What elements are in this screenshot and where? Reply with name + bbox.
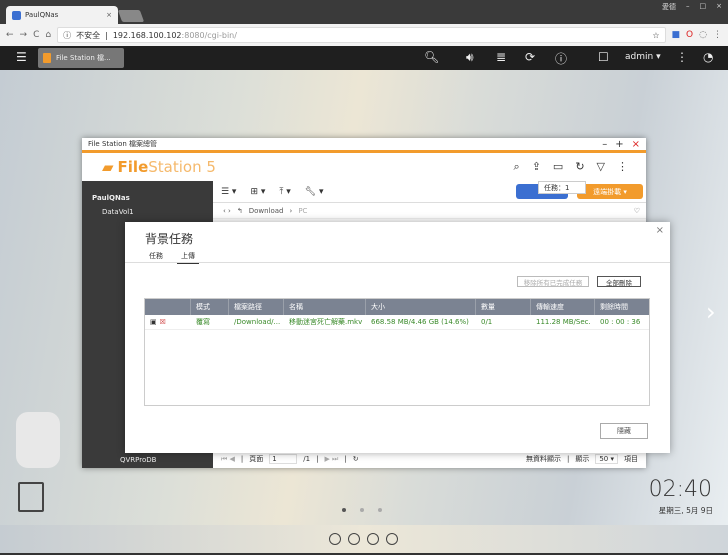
- minimize-button[interactable]: –: [686, 2, 690, 12]
- menu-icon[interactable]: ⋮: [713, 30, 722, 40]
- tree-item-nas[interactable]: PaulQNas: [82, 191, 213, 205]
- dialog-title: 背景任務: [145, 232, 194, 246]
- breadcrumb: ‹ › ↰ Download › PC ♡: [213, 203, 646, 219]
- dock-icon-3[interactable]: [367, 533, 379, 545]
- dashboard-icon[interactable]: ◔: [703, 50, 713, 64]
- url-path: :8080/cgi-bin/: [181, 30, 237, 40]
- per-page-select[interactable]: 50 ▾: [595, 454, 618, 464]
- tree-item-datavol1[interactable]: DataVol1: [82, 205, 213, 219]
- file-station-icon: [43, 53, 51, 63]
- user-avatar-icon[interactable]: ☐: [598, 50, 609, 64]
- back-button[interactable]: ‹ ›: [223, 207, 231, 215]
- search-icon[interactable]: 🔍︎: [424, 50, 439, 64]
- date: 星期三, 5月 9日: [658, 506, 713, 515]
- taskbar-file-station[interactable]: File Station 檔...: [38, 48, 124, 68]
- taskbar-app-label: File Station 檔...: [56, 54, 111, 62]
- robot-assistant-icon[interactable]: [16, 412, 60, 468]
- upload-tasks-table: 模式 檔案路徑 名稱 大小 數量 傳輸速度 剩餘時間 ▣ ☒ 覆寫/Download/... 移…: [144, 298, 650, 406]
- dock: [0, 525, 728, 555]
- cancel-icon[interactable]: ☒: [160, 318, 166, 326]
- maximize-button[interactable]: □: [700, 2, 707, 12]
- qnap-favicon-icon: [12, 10, 21, 20]
- reload-icon[interactable]: C: [33, 30, 39, 40]
- maximize-icon[interactable]: +: [615, 139, 623, 150]
- qts-taskbar: ☰ File Station 檔... 🔍︎ 🔊︎ ≣ ⟳ ⓘ ☐ admin …: [0, 46, 728, 70]
- address-toolbar: ← → C ⌂ ⓘ 不安全 | 192.168.100.102:8080/cgi-bin/☆…: [0, 24, 728, 46]
- up-button[interactable]: ↰: [237, 207, 243, 215]
- stop-icon[interactable]: ▣: [150, 318, 157, 326]
- notification-info-icon[interactable]: ⓘ: [555, 50, 567, 67]
- background-tasks-icon[interactable]: ≣: [496, 50, 506, 64]
- username: admin: [625, 52, 654, 62]
- view-mode-button[interactable]: ☰ ▾: [221, 187, 236, 197]
- no-data-label: 無資料顯示: [525, 455, 561, 463]
- table-header: 模式 檔案路徑 名稱 大小 數量 傳輸速度 剩餘時間: [145, 299, 649, 315]
- opera-icon[interactable]: O: [686, 30, 693, 40]
- user-menu[interactable]: admin ▾: [625, 52, 661, 62]
- tab-close-icon[interactable]: ×: [106, 11, 112, 19]
- new-tab-button[interactable]: [117, 10, 145, 22]
- table-row: ▣ ☒ 覆寫/Download/... 移動迷宮死亡解藥.mkv 668.58 MB/…: [145, 315, 649, 330]
- crumb-download[interactable]: Download: [249, 207, 284, 215]
- volume-icon[interactable]: 🔊︎: [466, 50, 474, 65]
- translate-icon[interactable]: ■: [672, 30, 681, 40]
- tools-button[interactable]: 🔧︎ ▾: [305, 187, 324, 197]
- extension-icon[interactable]: ◌: [699, 30, 707, 40]
- remote-mount-button[interactable]: 遠端掛載 ▾: [577, 184, 643, 199]
- upload-tasks-icon[interactable]: ⇪: [532, 160, 541, 174]
- browser-tab[interactable]: PaulQNas ×: [6, 6, 118, 24]
- url-input[interactable]: ⓘ 不安全 | 192.168.100.102:8080/cgi-bin/☆: [57, 27, 666, 43]
- profile-name[interactable]: 愛德: [662, 2, 676, 12]
- hamburger-menu-icon[interactable]: ☰: [16, 50, 27, 64]
- url-host: 192.168.100.102: [112, 30, 182, 40]
- remove-completed-button[interactable]: 移除所有已完成任務: [517, 276, 589, 287]
- clock: 02:40: [648, 477, 712, 502]
- dock-icon-1[interactable]: [329, 533, 341, 545]
- dock-icon-4[interactable]: [386, 533, 398, 545]
- insecure-label: 不安全: [76, 30, 101, 40]
- filter-icon[interactable]: ▽: [597, 160, 605, 174]
- back-icon[interactable]: ←: [6, 30, 14, 40]
- close-icon[interactable]: ×: [656, 225, 664, 236]
- next-last-buttons[interactable]: ▶ ⏭: [324, 455, 338, 464]
- crumb-pc[interactable]: PC: [298, 207, 307, 215]
- refresh-icon[interactable]: ↻: [575, 160, 584, 174]
- upload-button[interactable]: ⤒ ▾: [279, 187, 290, 197]
- page-input[interactable]: 1: [269, 454, 298, 464]
- tasks-tooltip: 任務：1: [538, 181, 586, 194]
- tab-title: PaulQNas: [25, 11, 59, 19]
- tree-item-qvrprodb[interactable]: QVRProDB: [82, 453, 156, 467]
- delete-all-button[interactable]: 全部刪除: [597, 276, 641, 287]
- hide-button[interactable]: 隱藏: [600, 423, 648, 439]
- new-folder-button[interactable]: ⊞ ▾: [250, 187, 265, 197]
- window-title: File Station 檔案總管: [88, 140, 158, 148]
- favorite-heart-icon[interactable]: ♡: [634, 207, 640, 215]
- home-icon[interactable]: ⌂: [45, 30, 51, 40]
- background-tasks-dialog: 背景任務 × 任務 上傳 移除所有已完成任務 全部刪除 模式 檔案路徑 名稱 大小 數量傳…: [125, 222, 670, 453]
- page-indicator[interactable]: [342, 508, 382, 512]
- next-page-arrow[interactable]: ›: [706, 298, 716, 326]
- search-icon[interactable]: ⌕: [514, 160, 520, 174]
- cast-icon[interactable]: ▭: [553, 160, 563, 174]
- info-icon: ⓘ: [63, 30, 72, 40]
- bookmark-star-icon[interactable]: ☆: [652, 31, 659, 40]
- refresh-icon[interactable]: ↻: [353, 455, 359, 463]
- more-icon[interactable]: ⋮: [617, 160, 628, 174]
- close-icon[interactable]: ×: [632, 139, 640, 150]
- trash-icon[interactable]: [18, 482, 44, 512]
- close-window-button[interactable]: ×: [716, 2, 722, 12]
- folder-icon: ▰: [102, 158, 114, 176]
- first-prev-buttons[interactable]: ⏮ ◀: [221, 455, 235, 464]
- browser-tabstrip: PaulQNas × 愛德 – □ ×: [0, 0, 728, 24]
- forward-icon[interactable]: →: [20, 30, 28, 40]
- minimize-icon[interactable]: –: [602, 139, 607, 150]
- more-options-icon[interactable]: ⋮: [676, 50, 688, 64]
- dock-icon-2[interactable]: [348, 533, 360, 545]
- external-devices-icon[interactable]: ⟳: [525, 50, 535, 64]
